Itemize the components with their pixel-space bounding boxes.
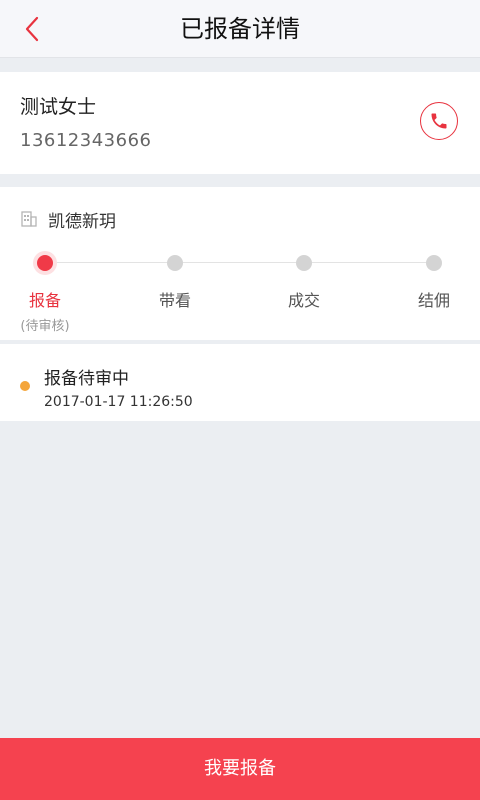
page-title: 已报备详情 [180, 15, 300, 43]
progress-steps: 报备 (待审核) 带看 成交 结佣 [0, 249, 480, 334]
customer-phone: 13612343666 [20, 130, 152, 151]
project-name: 凯德新玥 [48, 212, 116, 232]
step-report: 报备 (待审核) [0, 249, 90, 334]
call-button[interactable] [420, 102, 458, 140]
report-button[interactable]: 我要报备 [0, 738, 480, 800]
screen: 已报备详情 测试女士 13612343666 凯德新玥 报备 (待审核) 带看 … [0, 0, 480, 800]
status-timestamp: 2017-01-17 11:26:50 [44, 394, 193, 410]
step-label: 报备 [28, 291, 61, 310]
phone-icon [431, 113, 447, 129]
step-dot [426, 255, 442, 271]
project-card: 凯德新玥 报备 (待审核) 带看 成交 结佣 [0, 187, 480, 340]
step-dot [37, 255, 53, 271]
step-commission: 结佣 [389, 249, 479, 311]
customer-card: 测试女士 13612343666 [0, 72, 480, 174]
step-dot [296, 255, 312, 271]
step-label: 带看 [158, 291, 191, 310]
header-bar: 已报备详情 [0, 0, 480, 58]
status-title: 报备待审中 [44, 369, 129, 389]
step-label: 结佣 [417, 291, 450, 310]
step-dot [167, 255, 183, 271]
step-label: 成交 [287, 291, 320, 310]
customer-name: 测试女士 [20, 96, 97, 118]
status-card: 报备待审中 2017-01-17 11:26:50 [0, 344, 480, 421]
progress-line [45, 262, 434, 263]
step-viewing: 带看 [130, 249, 220, 311]
step-deal: 成交 [259, 249, 349, 311]
step-sublabel: (待审核) [20, 319, 70, 334]
status-dot [20, 381, 30, 391]
building-icon [21, 211, 37, 227]
